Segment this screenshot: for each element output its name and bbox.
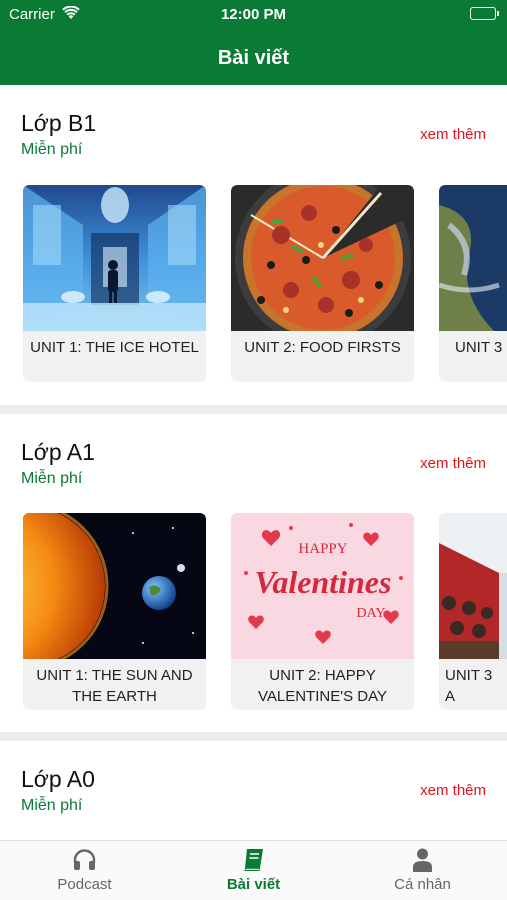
status-bar: Carrier 12:00 PM: [0, 0, 507, 28]
pizza-image: [231, 185, 414, 331]
valentine-art-line2: Valentines: [255, 564, 392, 600]
article-card[interactable]: UNIT 2: FOOD FIRSTS: [231, 185, 414, 382]
navigation-bar: Bài viết: [0, 28, 507, 85]
see-more-link[interactable]: xem thêm: [420, 455, 486, 472]
section-a0: Lớp A0 Miễn phí xem thêm: [0, 741, 507, 840]
section-divider: [0, 405, 507, 414]
section-divider: [0, 732, 507, 741]
person-icon: [410, 848, 435, 872]
section-a1: Lớp A1 Miễn phí xem thêm UNIT 1: THE SUN…: [0, 414, 507, 732]
tab-label: Cá nhân: [394, 876, 451, 893]
ice-hotel-image: [23, 185, 206, 331]
articles-list[interactable]: Lớp B1 Miễn phí xem thêm UNIT 1: THE ICE…: [0, 85, 507, 840]
card-title: UNIT 1: THE ICE HOTEL: [30, 339, 199, 356]
section-price: Miễn phí: [21, 141, 83, 158]
see-more-link[interactable]: xem thêm: [420, 782, 486, 799]
card-title: UNIT 3: [455, 339, 503, 356]
section-b1: Lớp B1 Miễn phí xem thêm UNIT 1: THE ICE…: [0, 85, 507, 405]
tab-label: Podcast: [57, 876, 112, 893]
card-title: UNIT 1: THE SUN AND THE EARTH: [36, 667, 193, 705]
clock: 12:00 PM: [220, 6, 287, 23]
tab-bar: Podcast Bài viết Cá nhân: [0, 840, 507, 900]
book-icon: [241, 848, 266, 872]
article-card[interactable]: UNIT 1: THE ICE HOTEL: [23, 185, 206, 382]
valentine-art-line3: DAY: [356, 606, 385, 621]
sun-earth-image: [23, 513, 206, 659]
section-title: Lớp B1: [21, 110, 97, 136]
airplane-cabin-image: [439, 513, 507, 659]
article-card[interactable]: HAPPY Valentines DAY UNIT 2: HAPPY VALEN…: [231, 513, 414, 710]
article-card[interactable]: UNIT 3 A: [439, 513, 507, 710]
see-more-link[interactable]: xem thêm: [420, 126, 486, 143]
valentine-image: HAPPY Valentines DAY: [231, 513, 414, 659]
section-price: Miễn phí: [21, 797, 83, 814]
section-title: Lớp A1: [21, 439, 95, 465]
tab-profile[interactable]: Cá nhân: [338, 841, 507, 900]
card-title: UNIT 2: FOOD FIRSTS: [244, 339, 401, 356]
tab-label: Bài viết: [226, 876, 281, 893]
valentine-art-line1: HAPPY: [298, 541, 347, 557]
section-title: Lớp A0: [21, 766, 95, 792]
headphones-icon: [72, 848, 97, 872]
card-title: UNIT 2: HAPPY VALENTINE'S DAY: [257, 667, 387, 705]
article-card[interactable]: UNIT 3: [439, 185, 507, 382]
card-title: UNIT 3 A: [445, 667, 493, 705]
page-title: Bài viết: [217, 47, 290, 69]
section-price: Miễn phí: [21, 470, 83, 487]
tab-articles[interactable]: Bài viết: [169, 841, 338, 900]
tab-podcast[interactable]: Podcast: [0, 841, 169, 900]
battery-icon: [470, 7, 499, 20]
article-card[interactable]: UNIT 1: THE SUN AND THE EARTH: [23, 513, 206, 710]
earth-image: [439, 185, 507, 331]
